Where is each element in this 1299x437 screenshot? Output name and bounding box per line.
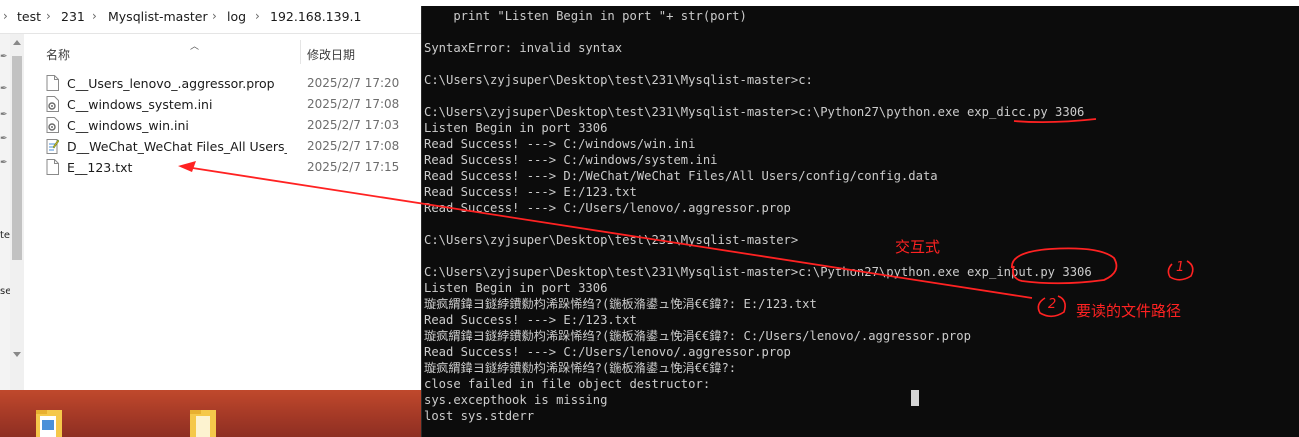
terminal-line: Read Success! ---> C:/Users/lenovo/.aggr…: [424, 345, 791, 359]
terminal-line: SyntaxError: invalid syntax: [424, 41, 623, 55]
settings-file-icon: [46, 96, 59, 112]
annotation-marker: 1: [1176, 260, 1185, 275]
terminal-line: Listen Begin in port 3306: [424, 121, 608, 135]
file-date: 2025/2/7 17:15: [307, 160, 400, 174]
nav-item-fragment[interactable]: te: [0, 230, 10, 241]
terminal-line: Read Success! ---> C:/windows/system.ini: [424, 153, 718, 167]
terminal-line: sys.excepthook is missing: [424, 393, 608, 407]
file-row[interactable]: C__Users_lenovo_.aggressor.prop 2025/2/7…: [46, 73, 421, 94]
terminal-line: close failed in file object destructor:: [424, 377, 711, 391]
terminal-line: Read Success! ---> E:/123.txt: [424, 313, 637, 327]
text-file-icon: [46, 159, 59, 175]
file-explorer-window: › test › 231 › Mysqlist-master › log › 1…: [0, 0, 421, 390]
terminal-line: C:\Users\zyjsuper\Desktop\test\231\Mysql…: [424, 73, 813, 87]
column-divider[interactable]: [300, 40, 301, 64]
chevron-right-icon: ›: [255, 9, 260, 23]
column-header-date[interactable]: 修改日期: [307, 46, 355, 63]
file-row[interactable]: E__123.txt 2025/2/7 17:15: [46, 157, 421, 178]
scroll-thumb[interactable]: [12, 56, 22, 260]
terminal-line: C:\Users\zyjsuper\Desktop\test\231\Mysql…: [424, 233, 799, 247]
address-bar[interactable]: › test › 231 › Mysqlist-master › log › 1…: [0, 0, 421, 34]
pin-icon: ✒: [0, 158, 8, 168]
breadcrumb-item[interactable]: Mysqlist-master: [108, 9, 208, 24]
terminal-line: C:\Users\zyjsuper\Desktop\test\231\Mysql…: [424, 265, 1092, 279]
pin-icon: ✒: [0, 134, 8, 144]
text-file-icon: [46, 75, 59, 91]
terminal-window[interactable]: print "Listen Begin in port "+ str(port)…: [421, 0, 1299, 437]
scroll-up-arrow-icon[interactable]: [13, 40, 21, 45]
terminal-line: Read Success! ---> D:/WeChat/WeChat File…: [424, 169, 938, 183]
terminal-line: Read Success! ---> C:/Users/lenovo/.aggr…: [424, 201, 791, 215]
file-name: D__WeChat_WeChat Files_All Users_c...: [67, 139, 287, 154]
file-name: C__windows_system.ini: [67, 97, 213, 112]
vertical-scrollbar[interactable]: [10, 34, 24, 390]
terminal-line: C:\Users\zyjsuper\Desktop\test\231\Mysql…: [424, 105, 1085, 119]
column-header-row: ︿ 名称 修改日期: [24, 34, 421, 64]
terminal-line: 璇疯緭鍏ヨ鐩綍鐨勬枃浠跺悕绉?(鍦板潃鍙ュ悗涓€€鍏?: C:/Users/le…: [424, 329, 971, 343]
file-name: C__Users_lenovo_.aggressor.prop: [67, 76, 275, 91]
terminal-line: lost sys.stderr: [424, 409, 535, 423]
file-name: C__windows_win.ini: [67, 118, 189, 133]
folder-icon[interactable]: [34, 406, 64, 437]
annotation-marker: 2: [1048, 297, 1057, 312]
file-row[interactable]: C__windows_win.ini 2025/2/7 17:03: [46, 115, 421, 136]
terminal-line: 璇疯緭鍏ヨ鐩綍鐨勬枃浠跺悕绉?(鍦板潃鍙ュ悗涓€€鍏?: E:/123.txt: [424, 297, 817, 311]
navigation-pane: ✒ ✒ ✒ ✒ ✒ te se: [0, 34, 11, 390]
file-row[interactable]: D__WeChat_WeChat Files_All Users_c... 20…: [46, 136, 421, 157]
pin-icon: ✒: [0, 84, 8, 94]
terminal-line: Listen Begin in port 3306: [424, 281, 608, 295]
pin-icon: ✒: [0, 110, 8, 120]
annotation-label: 交互式: [895, 238, 941, 256]
terminal-line: 璇疯緭鍏ヨ鐩綍鐨勬枃浠跺悕绉?(鍦板潃鍙ュ悗涓€€鍏?:: [424, 361, 737, 375]
settings-file-icon: [46, 117, 59, 133]
chevron-right-icon: ›: [92, 9, 97, 23]
folder-icon[interactable]: [188, 406, 218, 437]
notepad-file-icon: [46, 139, 59, 154]
file-date: 2025/2/7 17:08: [307, 139, 400, 153]
breadcrumb-item[interactable]: 192.168.139.1: [270, 9, 361, 24]
scroll-down-arrow-icon[interactable]: [13, 352, 21, 357]
file-date: 2025/2/7 17:03: [307, 118, 400, 132]
pin-icon: ✒: [0, 52, 8, 62]
column-header-name[interactable]: 名称: [46, 46, 70, 63]
annotation-label: 要读的文件路径: [1076, 302, 1182, 320]
breadcrumb-item[interactable]: test: [17, 9, 41, 24]
terminal-line: Read Success! ---> E:/123.txt: [424, 185, 637, 199]
sort-ascending-icon: ︿: [190, 42, 200, 52]
chevron-right-icon: ›: [46, 9, 51, 23]
file-date: 2025/2/7 17:20: [307, 76, 400, 90]
file-row[interactable]: C__windows_system.ini 2025/2/7 17:08: [46, 94, 421, 115]
breadcrumb-item[interactable]: log: [227, 9, 246, 24]
file-name: E__123.txt: [67, 160, 133, 175]
file-date: 2025/2/7 17:08: [307, 97, 400, 111]
chevron-right-icon: ›: [212, 9, 217, 23]
terminal-line: Read Success! ---> C:/windows/win.ini: [424, 137, 696, 151]
desktop-background: [0, 390, 421, 437]
window-edge: [421, 0, 1299, 6]
chevron-right-icon: ›: [3, 9, 8, 23]
text-cursor: [911, 390, 919, 406]
breadcrumb-item[interactable]: 231: [61, 9, 85, 24]
terminal-line: print "Listen Begin in port "+ str(port): [424, 9, 747, 23]
